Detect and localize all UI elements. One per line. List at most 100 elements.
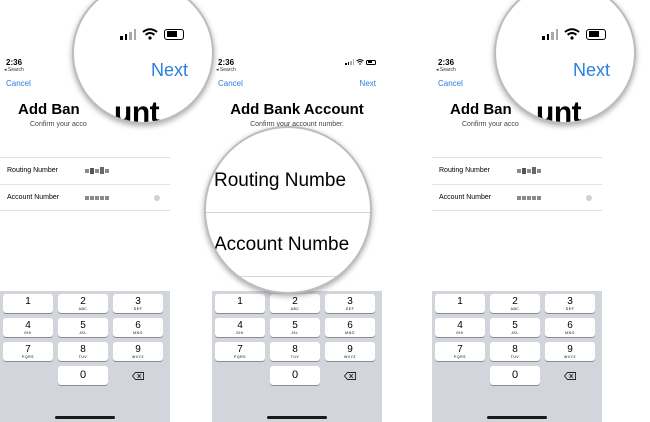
cancel-button[interactable]: Cancel [218, 79, 243, 88]
backspace-key[interactable] [113, 366, 163, 385]
magnified-next-button[interactable]: Next [151, 60, 188, 81]
key-8[interactable]: 8 TUV [58, 342, 108, 361]
key-1[interactable]: 1 [215, 294, 265, 313]
back-to-search-link[interactable]: ◂ Search [4, 67, 24, 73]
key-0[interactable]: 0 [58, 366, 108, 385]
key-1[interactable]: 1 [435, 294, 485, 313]
cancel-button[interactable]: Cancel [438, 79, 463, 88]
key-letters: GHI [236, 331, 244, 335]
key-2[interactable]: 2 ABC [490, 294, 540, 313]
key-letters: GHI [24, 331, 32, 335]
key-number: 7 [237, 344, 243, 355]
backspace-icon [132, 371, 144, 380]
key-number: 9 [567, 344, 573, 355]
numeric-keypad: 1 2 ABC 3 DEF 4 GHI 5 JKL 6 MNO 7 PQRS 8 TUV 9W… [212, 291, 382, 422]
key-number: 2 [80, 296, 86, 307]
key-letters: GHI [456, 331, 464, 335]
key-6[interactable]: 6 MNO [325, 318, 375, 337]
key-letters: WXYZ [131, 355, 145, 359]
back-to-search-link[interactable]: ◂ Search [216, 67, 236, 73]
cellular-signal-icon [345, 59, 354, 65]
key-letters: MNO [345, 331, 355, 335]
status-time: 2:36 [438, 58, 455, 67]
key-9[interactable]: 9 WXYZ [545, 342, 595, 361]
key-9[interactable]: 9 WXYZ [113, 342, 163, 361]
wifi-icon [564, 28, 580, 40]
magnified-next-button[interactable]: Next [573, 60, 610, 81]
backspace-key[interactable] [545, 366, 595, 385]
account-number-row[interactable]: Account Number [0, 184, 170, 211]
cellular-signal-icon [120, 28, 136, 40]
key-number: 8 [80, 344, 86, 355]
cancel-button[interactable]: Cancel [6, 79, 31, 88]
key-letters: PQRS [454, 355, 466, 359]
key-8[interactable]: 8 TUV [270, 342, 320, 361]
key-4[interactable]: 4 GHI [215, 318, 265, 337]
key-number: 1 [25, 296, 31, 307]
key-letters: DEF [345, 307, 355, 311]
key-2[interactable]: 2 ABC [58, 294, 108, 313]
wifi-icon [356, 59, 364, 65]
divider [206, 276, 370, 277]
key-6[interactable]: 6 MNO [545, 318, 595, 337]
status-icons [345, 59, 376, 65]
routing-number-value[interactable] [517, 167, 541, 174]
account-number-row[interactable]: Account Number [432, 184, 602, 211]
magnified-title-fragment: unt [114, 96, 160, 124]
key-3[interactable]: 3 DEF [545, 294, 595, 313]
key-7[interactable]: 7 PQRS [3, 342, 53, 361]
key-5[interactable]: 5 JKL [490, 318, 540, 337]
key-3[interactable]: 3 DEF [113, 294, 163, 313]
key-number: 3 [135, 296, 141, 307]
key-number: 1 [237, 296, 243, 307]
key-5[interactable]: 5 JKL [270, 318, 320, 337]
key-number: 7 [457, 344, 463, 355]
key-number: 0 [511, 369, 519, 381]
routing-number-value[interactable] [85, 167, 109, 174]
key-7[interactable]: 7 PQRS [435, 342, 485, 361]
key-number: 0 [79, 369, 87, 381]
home-indicator [267, 416, 327, 419]
key-0[interactable]: 0 [270, 366, 320, 385]
status-time: 2:36 [6, 58, 23, 67]
key-number: 4 [25, 320, 31, 331]
magnified-title-fragment: unt [536, 96, 582, 124]
key-6[interactable]: 6 MNO [113, 318, 163, 337]
key-number: 4 [237, 320, 243, 331]
key-4[interactable]: 4 GHI [3, 318, 53, 337]
status-time: 2:36 [218, 58, 235, 67]
key-0[interactable]: 0 [490, 366, 540, 385]
key-4[interactable]: 4 GHI [435, 318, 485, 337]
key-7[interactable]: 7 PQRS [215, 342, 265, 361]
home-indicator [487, 416, 547, 419]
backspace-key[interactable] [325, 366, 375, 385]
account-number-label: Account Number [439, 194, 492, 201]
next-button[interactable]: Next [360, 79, 376, 88]
key-letters: TUV [290, 355, 300, 359]
key-8[interactable]: 8 TUV [490, 342, 540, 361]
key-5[interactable]: 5 JKL [58, 318, 108, 337]
key-number: 6 [135, 320, 141, 331]
key-3[interactable]: 3 DEF [325, 294, 375, 313]
clear-icon[interactable] [154, 195, 160, 201]
home-indicator [55, 416, 115, 419]
clear-icon[interactable] [586, 195, 592, 201]
cellular-signal-icon [542, 28, 558, 40]
key-number: 8 [292, 344, 298, 355]
magnified-status-icons [542, 28, 606, 40]
key-letters: MNO [133, 331, 143, 335]
back-to-search-link[interactable]: ◂ Search [436, 67, 456, 73]
account-number-value[interactable] [85, 196, 109, 200]
key-number: 7 [25, 344, 31, 355]
routing-number-row[interactable]: Routing Number [432, 157, 602, 184]
key-letters: PQRS [22, 355, 34, 359]
key-9[interactable]: 9 WXYZ [325, 342, 375, 361]
routing-number-row[interactable]: Routing Number [0, 157, 170, 184]
backspace-icon [344, 371, 356, 380]
magnifier-form-fields: Routing Numbe Account Numbe [204, 126, 372, 294]
key-2[interactable]: 2 ABC [270, 294, 320, 313]
divider [206, 212, 370, 213]
key-letters: TUV [510, 355, 520, 359]
key-1[interactable]: 1 [3, 294, 53, 313]
account-number-value[interactable] [517, 196, 541, 200]
